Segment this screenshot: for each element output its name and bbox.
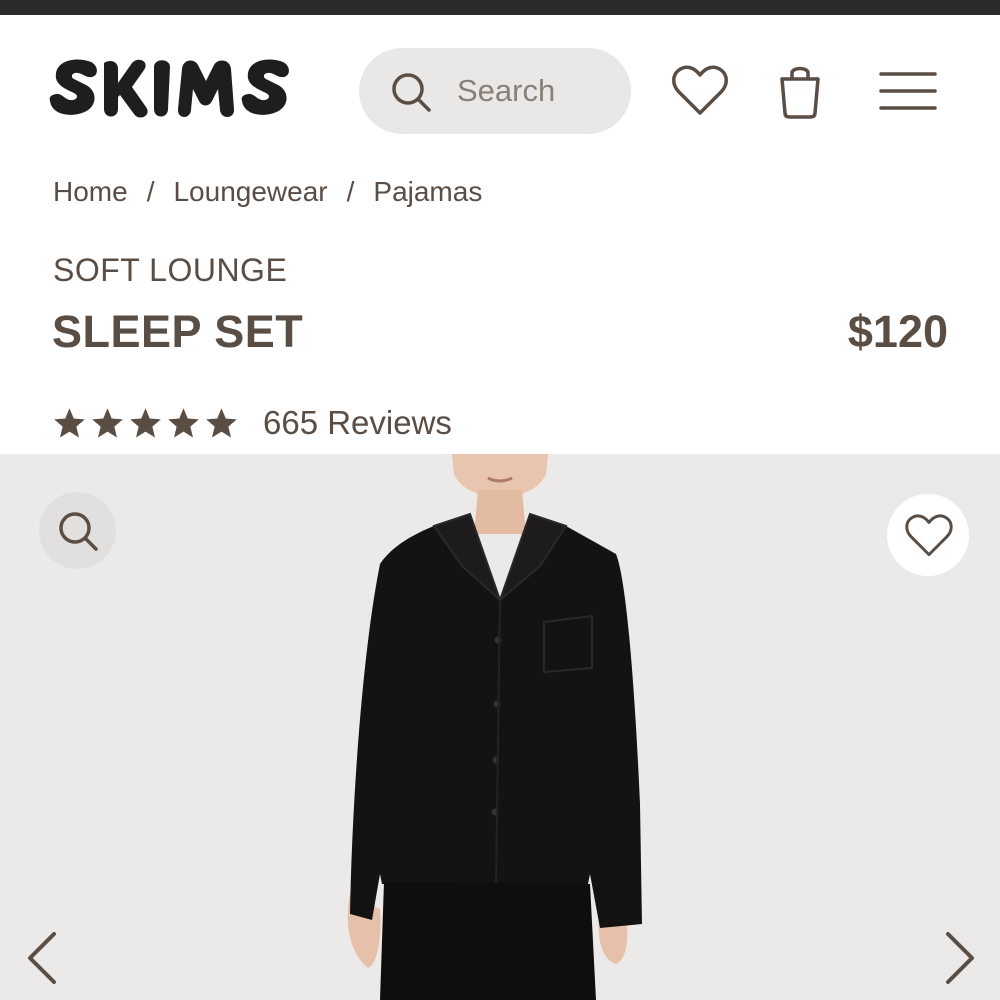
breadcrumb-separator: / (146, 176, 155, 207)
star-icon (130, 407, 161, 437)
breadcrumb-home[interactable]: Home (53, 176, 128, 208)
bag-icon[interactable] (778, 63, 822, 119)
heart-icon[interactable] (672, 65, 728, 117)
star-icon (54, 407, 85, 437)
skims-logo[interactable] (46, 53, 298, 123)
product-collection: SOFT LOUNGE (53, 252, 288, 288)
menu-icon[interactable] (879, 70, 937, 112)
breadcrumb-loungewear[interactable]: Loungewear (173, 176, 327, 208)
site-header (0, 15, 1000, 155)
wishlist-button[interactable] (887, 494, 969, 576)
chevron-right-icon[interactable] (940, 930, 980, 986)
search-icon[interactable] (389, 70, 433, 114)
product-gallery[interactable] (0, 454, 1000, 1000)
product-title: SLEEP SET (52, 306, 304, 357)
status-bar (0, 0, 1000, 15)
star-icon (92, 407, 123, 437)
zoom-icon (59, 512, 98, 551)
zoom-button[interactable] (39, 492, 116, 569)
product-rating[interactable]: 665 Reviews (52, 400, 452, 446)
breadcrumb: Home / Loungewear / Pajamas (53, 176, 482, 208)
product-photo (0, 454, 1000, 1000)
chevron-left-icon[interactable] (22, 930, 62, 986)
wishlist-heart-icon (905, 514, 953, 557)
search-bar[interactable] (359, 48, 631, 134)
breadcrumb-separator: / (346, 176, 355, 207)
star-icon (206, 407, 237, 437)
product-price: $120 (847, 306, 948, 357)
breadcrumb-pajamas[interactable]: Pajamas (373, 176, 482, 208)
star-rating (52, 406, 239, 441)
reviews-link[interactable]: 665 Reviews (263, 404, 452, 442)
search-input[interactable] (457, 68, 617, 114)
star-icon (168, 407, 199, 437)
